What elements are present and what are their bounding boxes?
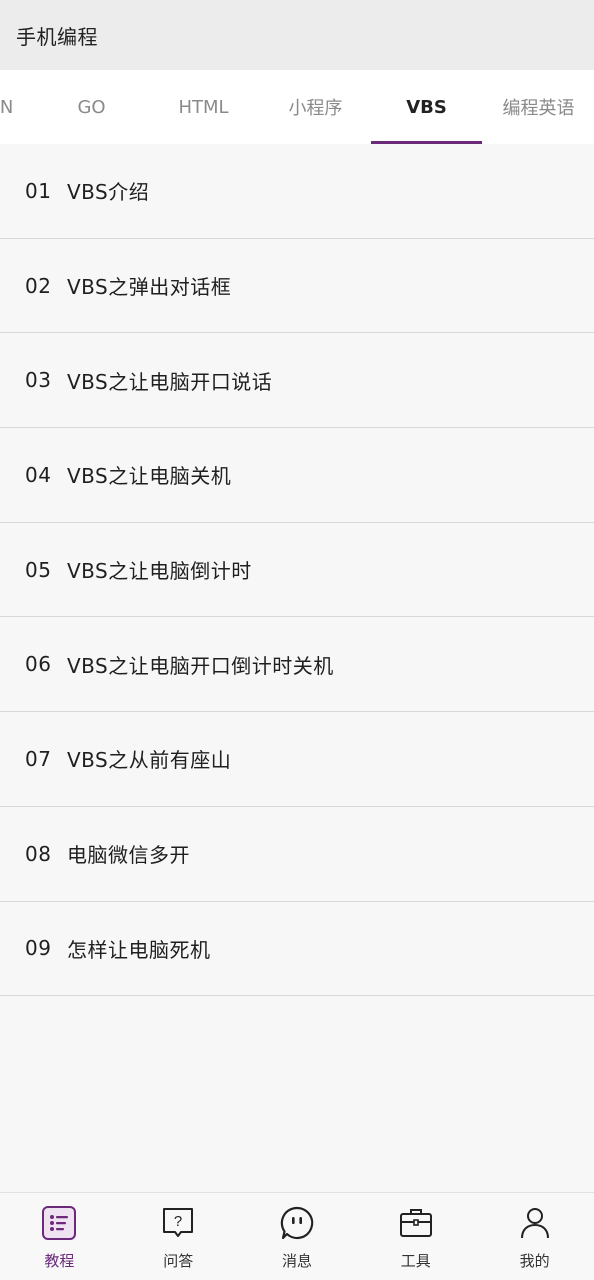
item-title: VBS之弹出对话框: [67, 275, 232, 300]
item-title: 怎样让电脑死机: [67, 937, 211, 962]
lesson-list: 01 VBS介绍 02 VBS之弹出对话框 03 VBS之让电脑开口说话 04 …: [0, 144, 594, 997]
question-bubble-icon: ?: [160, 1205, 196, 1241]
tab-label: VBS: [406, 96, 447, 118]
nav-questions[interactable]: ? 问答: [119, 1193, 238, 1280]
app-header: 手机编程: [0, 0, 594, 70]
list-item[interactable]: 09 怎样让电脑死机: [0, 901, 594, 997]
item-title: VBS之让电脑关机: [67, 464, 232, 489]
item-title: 电脑微信多开: [67, 843, 190, 868]
nav-label: 教程: [44, 1252, 75, 1270]
item-title: VBS之让电脑倒计时: [67, 559, 252, 584]
nav-label: 我的: [519, 1252, 550, 1270]
tab-label: 小程序: [288, 98, 343, 119]
message-bubble-icon: [279, 1205, 315, 1241]
item-title: VBS之让电脑开口倒计时关机: [67, 653, 334, 678]
item-number: 07: [25, 746, 52, 771]
category-tabs: ON GO HTML 小程序 VBS 编程英语: [0, 70, 594, 144]
item-title: VBS之让电脑开口说话: [67, 369, 273, 394]
tab-programming-english[interactable]: 编程英语: [483, 70, 594, 144]
nav-tutorial[interactable]: 教程: [0, 1193, 119, 1280]
item-number: 04: [25, 462, 52, 487]
tab-go[interactable]: GO: [36, 70, 147, 144]
list-item[interactable]: 03 VBS之让电脑开口说话: [0, 333, 594, 429]
tab-label: HTML: [178, 96, 229, 118]
list-item[interactable]: 04 VBS之让电脑关机: [0, 428, 594, 523]
item-number: 09: [25, 936, 52, 961]
item-number: 02: [25, 273, 52, 298]
item-number: 05: [25, 557, 52, 582]
tab-mini-program[interactable]: 小程序: [260, 70, 371, 144]
nav-label: 消息: [281, 1252, 312, 1270]
tab-vbs[interactable]: VBS: [371, 70, 482, 144]
item-number: 01: [25, 178, 52, 203]
user-icon: [517, 1205, 553, 1241]
list-item[interactable]: 02 VBS之弹出对话框: [0, 238, 594, 334]
list-item[interactable]: 06 VBS之让电脑开口倒计时关机: [0, 617, 594, 713]
item-title: VBS介绍: [67, 180, 150, 205]
item-number: 03: [25, 368, 52, 393]
tab-label: ON: [0, 96, 14, 118]
tutorial-list-icon: [41, 1205, 77, 1241]
list-item[interactable]: 01 VBS介绍: [0, 144, 594, 239]
item-title: VBS之从前有座山: [67, 748, 232, 773]
list-item[interactable]: 05 VBS之让电脑倒计时: [0, 522, 594, 618]
bottom-navigation: 教程 ? 问答 消息 工具 我的: [0, 1192, 594, 1280]
nav-profile[interactable]: 我的: [475, 1193, 594, 1280]
nav-label: 工具: [400, 1252, 431, 1270]
app-title: 手机编程: [16, 24, 98, 49]
nav-messages[interactable]: 消息: [238, 1193, 357, 1280]
list-item[interactable]: 08 电脑微信多开: [0, 806, 594, 902]
toolbox-icon: [398, 1205, 434, 1241]
item-number: 06: [25, 652, 52, 677]
nav-tools[interactable]: 工具: [356, 1193, 475, 1280]
nav-label: 问答: [163, 1252, 194, 1270]
tab-label: GO: [77, 96, 106, 118]
tab-label: 编程英语: [502, 98, 575, 119]
svg-text:?: ?: [174, 1213, 182, 1230]
list-item[interactable]: 07 VBS之从前有座山: [0, 712, 594, 807]
item-number: 08: [25, 841, 52, 866]
app-root: 手机编程 ON GO HTML 小程序 VBS 编程英语 01 VBS介绍 02…: [0, 0, 594, 1280]
tab-html[interactable]: HTML: [148, 70, 259, 144]
